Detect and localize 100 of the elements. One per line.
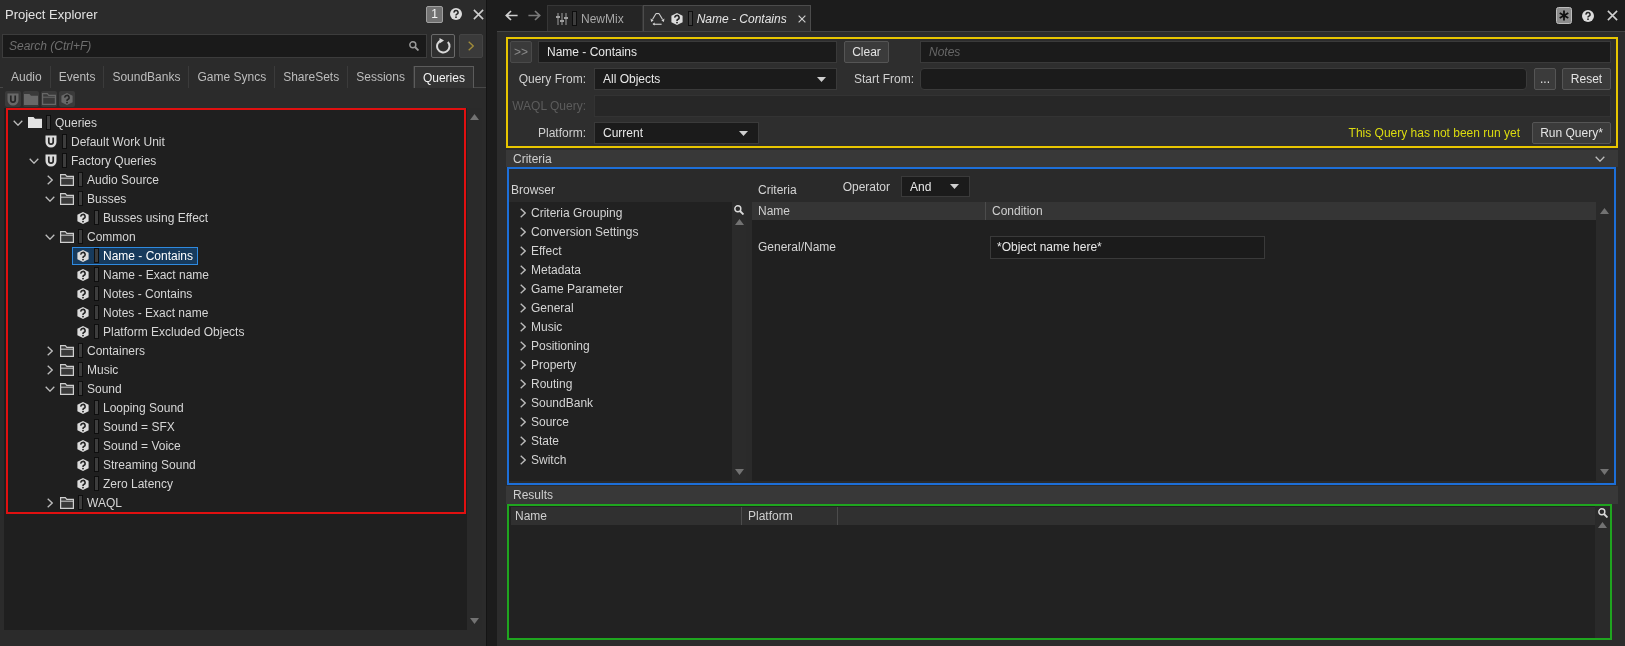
close-icon[interactable] bbox=[1607, 10, 1618, 21]
browser-item[interactable]: Source bbox=[531, 414, 570, 429]
chevron-down-icon[interactable] bbox=[45, 195, 55, 202]
query-from-dropdown[interactable]: All Objects bbox=[594, 68, 837, 90]
chevron-right-icon[interactable] bbox=[520, 245, 526, 256]
editor-tab[interactable]: NewMix bbox=[547, 5, 643, 31]
browser-item[interactable]: Metadata bbox=[531, 262, 582, 277]
chevron-right-icon[interactable] bbox=[520, 321, 526, 332]
column-header[interactable]: Platform bbox=[742, 507, 838, 525]
browser-item[interactable]: General bbox=[531, 300, 574, 315]
panel-tab[interactable]: ShareSets bbox=[275, 66, 349, 88]
triangle-up-icon[interactable] bbox=[734, 219, 744, 225]
browser-item[interactable]: Conversion Settings bbox=[531, 224, 639, 239]
panel-tab[interactable]: SoundBanks bbox=[104, 66, 190, 88]
clear-button[interactable]: Clear bbox=[844, 41, 889, 63]
chevron-right-icon[interactable] bbox=[520, 340, 526, 351]
chevron-right-icon[interactable] bbox=[520, 378, 526, 389]
tree-item[interactable]: Sound bbox=[56, 379, 127, 398]
tree-item[interactable]: Music bbox=[56, 360, 124, 379]
tree-item[interactable]: Notes - Exact name bbox=[72, 303, 214, 322]
browser-item[interactable]: Routing bbox=[531, 376, 573, 391]
chevron-right-icon[interactable] bbox=[520, 397, 526, 408]
search-icon[interactable] bbox=[1597, 508, 1608, 518]
tree-item[interactable]: Busses bbox=[56, 189, 132, 208]
column-header[interactable]: Condition bbox=[986, 202, 1596, 220]
chevron-down-icon[interactable] bbox=[13, 119, 23, 126]
start-from-field[interactable] bbox=[920, 68, 1527, 90]
chevron-right-icon[interactable] bbox=[47, 345, 53, 356]
operator-dropdown[interactable]: And bbox=[901, 176, 971, 197]
scrollbar[interactable] bbox=[1596, 202, 1612, 481]
help-icon[interactable] bbox=[1582, 9, 1594, 22]
tree-item[interactable]: Looping Sound bbox=[72, 398, 189, 417]
triangle-down-icon[interactable] bbox=[734, 469, 744, 475]
tree-item[interactable]: Zero Latency bbox=[72, 474, 179, 493]
search-field[interactable]: Search (Ctrl+F) bbox=[2, 34, 427, 58]
column-header[interactable]: Name bbox=[511, 507, 742, 525]
tree-item[interactable]: Sound = SFX bbox=[72, 417, 180, 436]
tree-item[interactable]: Queries bbox=[24, 113, 103, 132]
browser-item[interactable]: Music bbox=[531, 319, 563, 334]
browser-item[interactable]: State bbox=[531, 433, 560, 448]
browse-button[interactable]: ... bbox=[1534, 68, 1556, 90]
arrow-right-icon[interactable] bbox=[528, 10, 541, 21]
help-icon[interactable] bbox=[450, 8, 462, 20]
panel-tab[interactable]: Queries bbox=[413, 66, 474, 88]
chevron-right-icon[interactable] bbox=[520, 302, 526, 313]
chevron-right-icon[interactable] bbox=[520, 359, 526, 370]
chevron-right-icon[interactable] bbox=[520, 416, 526, 427]
chevron-right-icon[interactable] bbox=[520, 454, 526, 465]
reset-button[interactable]: Reset bbox=[1562, 68, 1611, 90]
panel-tab[interactable]: Audio bbox=[3, 66, 51, 88]
browser-item[interactable]: Effect bbox=[531, 243, 562, 258]
browser-item[interactable]: Criteria Grouping bbox=[531, 205, 623, 220]
asterisk-icon[interactable] bbox=[1556, 7, 1572, 24]
triangle-down-icon[interactable] bbox=[1599, 469, 1609, 475]
browser-item[interactable]: Switch bbox=[531, 452, 567, 467]
close-icon[interactable] bbox=[797, 14, 806, 23]
browser-item[interactable]: Positioning bbox=[531, 338, 590, 353]
tree-item[interactable]: Audio Source bbox=[56, 170, 165, 189]
scrollbar[interactable] bbox=[1595, 506, 1610, 638]
refresh-button[interactable] bbox=[431, 34, 455, 58]
triangle-up-icon[interactable] bbox=[470, 114, 479, 120]
name-field[interactable]: Name - Contains bbox=[538, 41, 837, 63]
chevron-right-icon[interactable] bbox=[520, 264, 526, 275]
column-header[interactable]: Name bbox=[752, 202, 986, 220]
tree-item[interactable]: Streaming Sound bbox=[72, 455, 201, 474]
close-icon[interactable] bbox=[473, 8, 484, 20]
triangle-up-icon[interactable] bbox=[1599, 208, 1609, 214]
condition-field[interactable]: *Object name here* bbox=[990, 235, 1265, 259]
triangle-down-icon[interactable] bbox=[470, 618, 479, 624]
chevron-right-icon[interactable] bbox=[520, 207, 526, 218]
chevron-down-icon[interactable] bbox=[45, 385, 55, 392]
tree-item[interactable]: Platform Excluded Objects bbox=[72, 322, 250, 341]
panel-tab[interactable]: Game Syncs bbox=[189, 66, 276, 88]
view-number-button[interactable]: 1 bbox=[426, 5, 443, 23]
browser-item[interactable]: Property bbox=[531, 357, 577, 372]
tree-item[interactable]: WAQL bbox=[56, 493, 127, 512]
triangle-up-icon[interactable] bbox=[1598, 522, 1607, 528]
tree-item[interactable]: Common bbox=[56, 227, 141, 246]
browser-item[interactable]: Game Parameter bbox=[531, 281, 624, 296]
panel-tab[interactable]: Events bbox=[50, 66, 105, 88]
tree-item[interactable]: Notes - Contains bbox=[72, 284, 198, 303]
tree-item[interactable]: Containers bbox=[56, 341, 151, 360]
browser-item[interactable]: SoundBank bbox=[531, 395, 594, 410]
chevron-right-icon[interactable] bbox=[47, 174, 53, 185]
tree-item[interactable]: Factory Queries bbox=[40, 151, 162, 170]
run-query-button[interactable]: Run Query* bbox=[1532, 122, 1611, 144]
tree-item[interactable]: Busses using Effect bbox=[72, 208, 214, 227]
chevron-right-icon[interactable] bbox=[47, 497, 53, 508]
chevron-down-icon[interactable] bbox=[29, 157, 39, 164]
tree-item[interactable]: Sound = Voice bbox=[72, 436, 186, 455]
chevron-down-icon[interactable] bbox=[1595, 155, 1605, 162]
tree-item[interactable]: Name - Exact name bbox=[72, 265, 215, 284]
chevron-right-icon[interactable] bbox=[520, 283, 526, 294]
platform-dropdown[interactable]: Current bbox=[594, 122, 759, 144]
chevron-down-icon[interactable] bbox=[45, 233, 55, 240]
tree-item[interactable]: Default Work Unit bbox=[40, 132, 170, 151]
chevron-right-icon[interactable] bbox=[520, 226, 526, 237]
search-icon[interactable] bbox=[734, 205, 744, 215]
tree-item[interactable]: Name - Contains bbox=[72, 246, 199, 265]
chevron-right-icon[interactable] bbox=[47, 364, 53, 375]
